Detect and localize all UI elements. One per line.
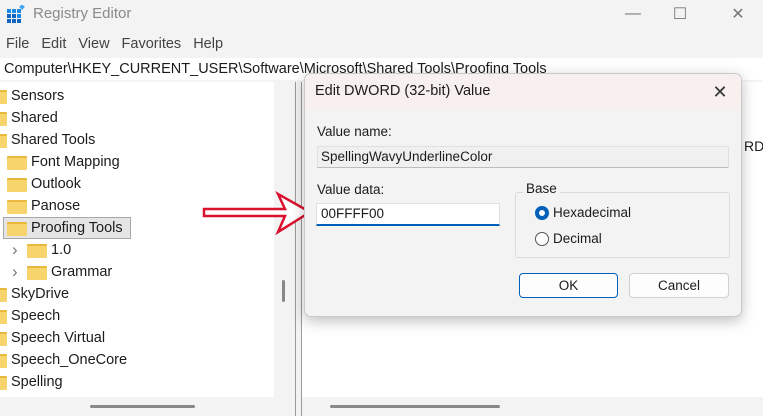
title-bar: Registry Editor — ☐ ✕ — [0, 0, 763, 28]
tree-item-label: Grammar — [51, 264, 113, 280]
folder-icon — [0, 354, 7, 368]
tree-item-label: SkyDrive — [11, 286, 70, 302]
tree-item-label: 1.0 — [51, 242, 72, 258]
menu-help[interactable]: Help — [187, 32, 229, 56]
window-title: Registry Editor — [33, 5, 132, 22]
chevron-right-icon[interactable]: › — [12, 239, 18, 261]
ok-button[interactable]: OK — [519, 273, 618, 298]
tree-item-label: Spelling — [11, 374, 63, 390]
folder-icon — [7, 178, 27, 192]
radio-decimal-label: Decimal — [553, 231, 602, 246]
radio-hexadecimal-label: Hexadecimal — [553, 205, 632, 220]
radio-selected-icon — [535, 205, 549, 220]
folder-icon — [7, 156, 27, 170]
value-data-input[interactable]: 00FFFF00 — [316, 203, 500, 226]
menu-view[interactable]: View — [72, 32, 115, 56]
pane-divider[interactable] — [295, 82, 296, 416]
menu-favorites[interactable]: Favorites — [116, 32, 188, 56]
folder-icon — [0, 134, 7, 148]
value-name-field[interactable]: SpellingWavyUnderlineColor — [317, 146, 729, 168]
red-arrow-annotation — [202, 191, 313, 236]
maximize-button[interactable]: ☐ — [657, 0, 703, 28]
tree-horizontal-scrollbar[interactable] — [90, 405, 195, 408]
radio-unselected-icon — [535, 231, 549, 246]
folder-icon — [7, 200, 27, 214]
dialog-title: Edit DWORD (32-bit) Value — [315, 83, 491, 99]
folder-icon — [7, 222, 27, 236]
registry-tree: Sensors Shared Shared Tools Font Mapping Out… — [0, 82, 274, 397]
tree-item-label: Font Mapping — [31, 154, 120, 170]
value-data-label: Value data: — [317, 182, 385, 197]
tree-item-label: Outlook — [31, 176, 81, 192]
base-group — [515, 192, 730, 258]
tree-item-label: Speech Virtual — [11, 330, 106, 346]
tree-item-label: Speech — [11, 308, 61, 324]
folder-icon — [0, 112, 7, 126]
tree-item[interactable]: Proofing Tools — [3, 217, 131, 239]
values-pane-partial-text: RD — [744, 138, 763, 154]
base-label: Base — [523, 181, 560, 196]
menu-bar: File Edit View Favorites Help — [0, 32, 763, 56]
close-window-button[interactable]: ✕ — [715, 0, 761, 28]
minimize-button[interactable]: — — [610, 0, 656, 28]
tree-item-label: Sensors — [11, 88, 65, 104]
chevron-right-icon[interactable]: › — [12, 261, 18, 283]
folder-icon — [0, 376, 7, 390]
folder-icon — [0, 310, 7, 324]
folder-icon — [0, 90, 7, 104]
tree-item-label: Shared — [11, 110, 58, 126]
menu-edit[interactable]: Edit — [35, 32, 72, 56]
tree-item-label: Panose — [31, 198, 81, 214]
folder-icon — [0, 288, 7, 302]
value-name-label: Value name: — [317, 124, 392, 139]
values-horizontal-scrollbar[interactable] — [330, 405, 500, 408]
registry-editor-icon — [7, 5, 25, 23]
tree-item-label: Shared Tools — [11, 132, 96, 148]
tree-item-label: Proofing Tools — [31, 220, 123, 236]
tree-item-label: Speech_OneCore — [11, 352, 128, 368]
cancel-button[interactable]: Cancel — [629, 273, 729, 298]
menu-file[interactable]: File — [0, 32, 35, 56]
tree-vertical-scrollbar[interactable] — [282, 280, 285, 302]
folder-icon — [27, 266, 47, 280]
radio-hexadecimal[interactable]: Hexadecimal — [535, 205, 631, 220]
dialog-close-button[interactable]: ✕ — [707, 79, 733, 105]
radio-decimal[interactable]: Decimal — [535, 231, 602, 246]
dialog-title-bar: Edit DWORD (32-bit) Value ✕ — [305, 74, 741, 110]
folder-icon — [27, 244, 47, 258]
edit-dword-dialog: Edit DWORD (32-bit) Value ✕ Value name: … — [304, 73, 742, 317]
folder-icon — [0, 332, 7, 346]
